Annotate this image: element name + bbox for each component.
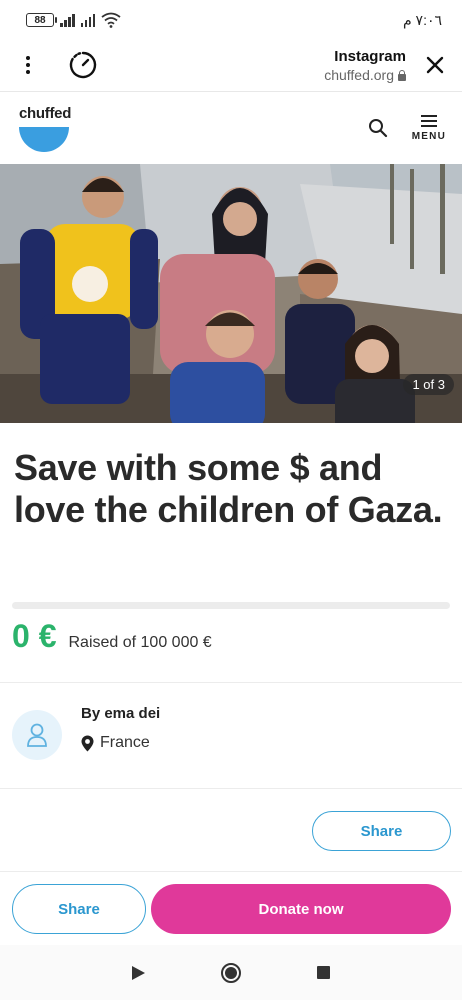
campaign-photo-illustration	[0, 164, 462, 423]
bottom-share-button[interactable]: Share	[12, 884, 146, 934]
browser-bar: Instagram chuffed.org	[0, 40, 462, 90]
menu-button[interactable]: MENU	[411, 114, 446, 142]
close-icon[interactable]	[422, 52, 448, 78]
status-icons: 88	[26, 12, 121, 28]
browser-app-name: Instagram	[334, 47, 406, 65]
raised-row: 0 € Raised of 100 000 €	[12, 618, 212, 655]
share-button[interactable]: Share	[312, 811, 451, 851]
location-text: France	[100, 734, 150, 751]
campaign-title: Save with some $ and love the children o…	[14, 447, 443, 530]
divider	[0, 788, 462, 789]
logo-text: chuffed	[19, 105, 72, 122]
lock-icon	[398, 69, 406, 81]
logo-half-circle	[19, 127, 69, 152]
header-actions: MENU	[366, 114, 446, 142]
signal-icon	[60, 13, 75, 27]
raised-goal-text: Raised of 100 000 €	[68, 634, 212, 651]
donate-button[interactable]: Donate now	[151, 884, 451, 934]
campaign-photo[interactable]: 1 of 3	[0, 164, 462, 423]
battery-level: 88	[34, 14, 46, 26]
chuffed-logo[interactable]: chuffed	[18, 101, 72, 155]
avatar-user-icon	[27, 723, 47, 747]
location-pin-icon	[81, 735, 94, 751]
avatar	[12, 710, 62, 760]
divider	[0, 682, 462, 683]
status-bar: 88 ٧:٠٦ م	[0, 0, 462, 40]
wifi-icon	[101, 12, 121, 28]
progress-bar	[12, 602, 450, 609]
kebab-menu-icon[interactable]	[14, 56, 42, 74]
signal-icon-2	[80, 13, 95, 27]
browser-domain-row: chuffed.org	[324, 67, 406, 83]
menu-label: MENU	[411, 130, 446, 142]
site-header: chuffed MENU	[0, 92, 462, 164]
home-nav-icon[interactable]	[221, 962, 241, 983]
hamburger-icon	[420, 114, 437, 127]
organizer-location: France	[81, 734, 150, 752]
timer-icon[interactable]	[68, 50, 98, 80]
organizer-name[interactable]: By ema dei	[81, 705, 160, 722]
search-icon[interactable]	[366, 116, 390, 140]
bottom-action-bar: Share Donate now	[0, 871, 462, 945]
recents-nav-icon[interactable]	[317, 966, 330, 979]
clock: ٧:٠٦ م	[402, 11, 442, 28]
browser-domain: chuffed.org	[324, 66, 394, 83]
browser-titles: Instagram chuffed.org	[324, 48, 406, 83]
photo-counter: 1 of 3	[403, 374, 454, 395]
back-nav-icon[interactable]	[132, 965, 145, 980]
raised-amount: 0 €	[12, 618, 57, 654]
battery-icon: 88	[26, 13, 57, 27]
android-nav-bar	[0, 945, 462, 1000]
